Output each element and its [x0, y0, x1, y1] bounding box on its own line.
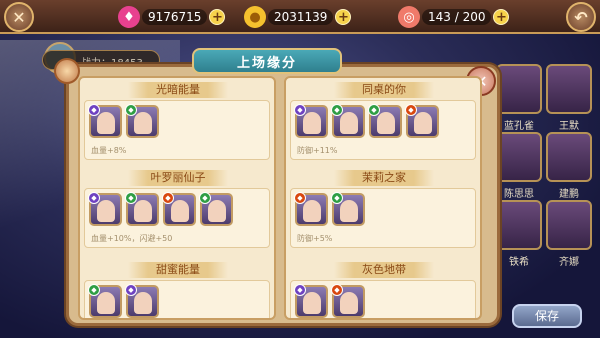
- roster-name: 王默: [559, 121, 579, 132]
- fate-group-title: 甜蜜能量: [128, 262, 228, 278]
- roster-card[interactable]: [496, 64, 542, 114]
- element-badge-icon: ◆: [125, 104, 137, 116]
- character-portrait[interactable]: ◆: [294, 284, 328, 318]
- modal-title-banner: 上场缘分: [192, 48, 342, 74]
- gem-icon: ♦: [118, 6, 140, 28]
- flower-decoration-icon: [54, 58, 80, 84]
- element-badge-icon: ◆: [88, 284, 100, 296]
- character-portrait[interactable]: ◆: [331, 192, 365, 226]
- back-arrow-icon[interactable]: ↶: [566, 2, 596, 32]
- roster-name: 建鹏: [559, 189, 579, 200]
- fate-bonus: 血量+10%，闪避+50: [91, 234, 173, 243]
- roster-card[interactable]: [546, 200, 592, 250]
- roster-card[interactable]: [546, 132, 592, 182]
- character-portrait[interactable]: ◆: [294, 104, 328, 138]
- character-portrait[interactable]: ◆: [125, 192, 159, 226]
- fate-bonus: 血量+8%: [91, 146, 127, 155]
- element-badge-icon: ◆: [125, 284, 137, 296]
- character-portrait[interactable]: ◆: [162, 192, 196, 226]
- fate-group-title: 叶罗丽仙子: [128, 170, 228, 186]
- roster-card[interactable]: [496, 200, 542, 250]
- character-portrait[interactable]: ◆: [331, 284, 365, 318]
- add-gems-button[interactable]: +: [209, 9, 226, 25]
- element-badge-icon: ◆: [162, 192, 174, 204]
- element-badge-icon: ◆: [294, 192, 306, 204]
- character-portrait[interactable]: ◆: [88, 284, 122, 318]
- fate-column-left: 光暗能量 ◆ ◆ 血量+8% 叶罗丽仙子 ◆ ◆ ◆ ◆ 血量+10%，闪避+5…: [78, 76, 276, 320]
- fate-group-title: 同桌的你: [334, 82, 434, 98]
- element-badge-icon: ◆: [368, 104, 380, 116]
- character-portrait[interactable]: ◆: [199, 192, 233, 226]
- roster-card[interactable]: [546, 64, 592, 114]
- fate-group-title: 灰色地带: [334, 262, 434, 278]
- donut-icon: ◎: [398, 6, 420, 28]
- character-portrait[interactable]: ◆: [88, 104, 122, 138]
- character-portrait[interactable]: ◆: [368, 104, 402, 138]
- stamina-resource: ◎ 143 / 200 +: [398, 6, 510, 28]
- element-badge-icon: ◆: [294, 104, 306, 116]
- character-roster: 蓝孔雀 王默 陈思思 建鹏 铁希 齐娜: [488, 60, 596, 310]
- character-portrait[interactable]: ◆: [125, 284, 159, 318]
- fate-column-right: 同桌的你 ◆ ◆ ◆ ◆ 防御+11% 茉莉之家 ◆ ◆ 防御+5% 灰色地带 …: [284, 76, 482, 320]
- element-badge-icon: ◆: [331, 104, 343, 116]
- character-portrait[interactable]: ◆: [331, 104, 365, 138]
- roster-name: 蓝孔雀: [504, 121, 534, 132]
- element-badge-icon: ◆: [125, 192, 137, 204]
- character-portrait[interactable]: ◆: [294, 192, 328, 226]
- fate-bonus: 防御+11%: [297, 146, 338, 155]
- roster-name: 铁希: [509, 257, 529, 268]
- add-coins-button[interactable]: +: [335, 9, 352, 25]
- element-badge-icon: ◆: [199, 192, 211, 204]
- roster-name: 齐娜: [559, 257, 579, 268]
- element-badge-icon: ◆: [405, 104, 417, 116]
- stamina-count: 143 / 200: [422, 9, 492, 25]
- close-icon[interactable]: ✕: [4, 2, 34, 32]
- character-portrait[interactable]: ◆: [405, 104, 439, 138]
- fate-bonus: 防御+5%: [297, 234, 333, 243]
- coin-resource: ● 2031139 +: [244, 6, 352, 28]
- roster-card[interactable]: [496, 132, 542, 182]
- gem-resource: ♦ 9176715 +: [118, 6, 226, 28]
- element-badge-icon: ◆: [294, 284, 306, 296]
- modal-title: 上场缘分: [236, 55, 297, 71]
- element-badge-icon: ◆: [331, 284, 343, 296]
- fate-group-title: 光暗能量: [128, 82, 228, 98]
- gem-count: 9176715: [142, 9, 208, 25]
- save-button[interactable]: 保存: [512, 304, 582, 328]
- fate-group-title: 茉莉之家: [334, 170, 434, 186]
- element-badge-icon: ◆: [88, 192, 100, 204]
- character-portrait[interactable]: ◆: [125, 104, 159, 138]
- element-badge-icon: ◆: [88, 104, 100, 116]
- coin-icon: ●: [244, 6, 266, 28]
- add-stamina-button[interactable]: +: [493, 9, 510, 25]
- coin-count: 2031139: [268, 9, 334, 25]
- character-portrait[interactable]: ◆: [88, 192, 122, 226]
- roster-name: 陈思思: [504, 189, 534, 200]
- element-badge-icon: ◆: [331, 192, 343, 204]
